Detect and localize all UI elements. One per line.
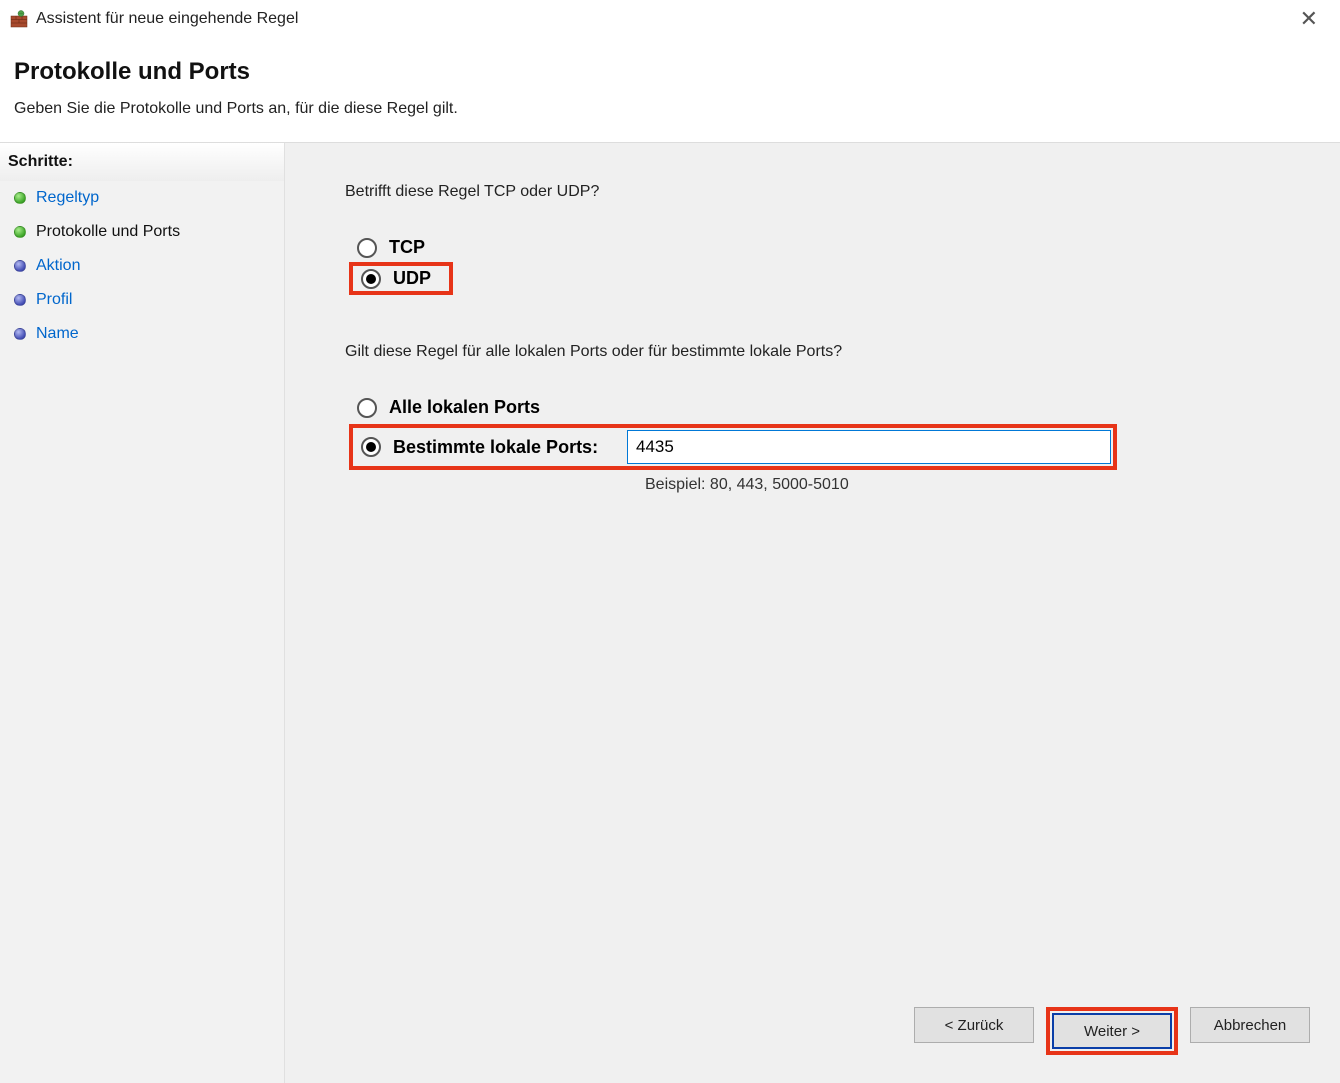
step-bullet-icon (14, 294, 26, 306)
titlebar: Assistent für neue eingehende Regel ✕ (0, 0, 1340, 38)
step-bullet-icon (14, 328, 26, 340)
port-question: Gilt diese Regel für alle lokalen Ports … (345, 343, 1290, 361)
page-title: Protokolle und Ports (14, 58, 1326, 86)
sidebar-item-label: Name (36, 325, 79, 343)
radio-label: UDP (393, 268, 445, 289)
radio-icon (357, 238, 377, 258)
radio-udp[interactable]: UDP (349, 262, 453, 295)
radio-specific-ports-row: Bestimmte lokale Ports: (349, 424, 1117, 470)
radio-icon (357, 398, 377, 418)
step-bullet-icon (14, 260, 26, 272)
radio-label: Bestimmte lokale Ports: (393, 437, 627, 458)
radio-specific-ports[interactable]: Bestimmte lokale Ports: (353, 437, 627, 458)
back-button[interactable]: < Zurück (914, 1007, 1034, 1043)
sidebar-item-label: Aktion (36, 257, 80, 275)
sidebar-item-aktion[interactable]: Aktion (0, 249, 284, 283)
sidebar-item-label: Profil (36, 291, 72, 309)
port-example: Beispiel: 80, 443, 5000-5010 (645, 476, 1290, 494)
radio-label: Alle lokalen Ports (389, 397, 554, 418)
sidebar-item-protokolle[interactable]: Protokolle und Ports (0, 215, 284, 249)
cancel-button[interactable]: Abbrechen (1190, 1007, 1310, 1043)
sidebar-item-regeltyp[interactable]: Regeltyp (0, 181, 284, 215)
port-radio-group: Alle lokalen Ports Bestimmte lokale Port… (349, 391, 1290, 494)
button-bar: < Zurück Weiter > Abbrechen (914, 1007, 1310, 1055)
radio-label: TCP (389, 237, 439, 258)
radio-icon (361, 269, 381, 289)
protocol-radio-group: TCP UDP (349, 231, 1290, 293)
next-button[interactable]: Weiter > (1052, 1013, 1172, 1049)
next-button-highlight: Weiter > (1046, 1007, 1178, 1055)
protocol-question: Betrifft diese Regel TCP oder UDP? (345, 183, 1290, 201)
body: Schritte: Regeltyp Protokolle und Ports … (0, 142, 1340, 1083)
step-bullet-icon (14, 192, 26, 204)
radio-icon (361, 437, 381, 457)
radio-tcp[interactable]: TCP (349, 231, 1290, 264)
firewall-icon (10, 10, 28, 28)
port-input[interactable] (627, 430, 1111, 464)
close-icon[interactable]: ✕ (1288, 6, 1330, 32)
step-bullet-icon (14, 226, 26, 238)
wizard-window: Assistent für neue eingehende Regel ✕ Pr… (0, 0, 1340, 1083)
steps-sidebar: Schritte: Regeltyp Protokolle und Ports … (0, 143, 285, 1083)
sidebar-item-label: Regeltyp (36, 189, 99, 207)
sidebar-item-profil[interactable]: Profil (0, 283, 284, 317)
main-panel: Betrifft diese Regel TCP oder UDP? TCP U… (285, 143, 1340, 1083)
header: Protokolle und Ports Geben Sie die Proto… (0, 38, 1340, 134)
window-title: Assistent für neue eingehende Regel (36, 10, 1288, 28)
sidebar-item-label: Protokolle und Ports (36, 223, 180, 241)
radio-all-ports[interactable]: Alle lokalen Ports (349, 391, 1290, 424)
page-description: Geben Sie die Protokolle und Ports an, f… (14, 100, 1326, 118)
sidebar-item-name[interactable]: Name (0, 317, 284, 351)
sidebar-header: Schritte: (0, 143, 284, 181)
